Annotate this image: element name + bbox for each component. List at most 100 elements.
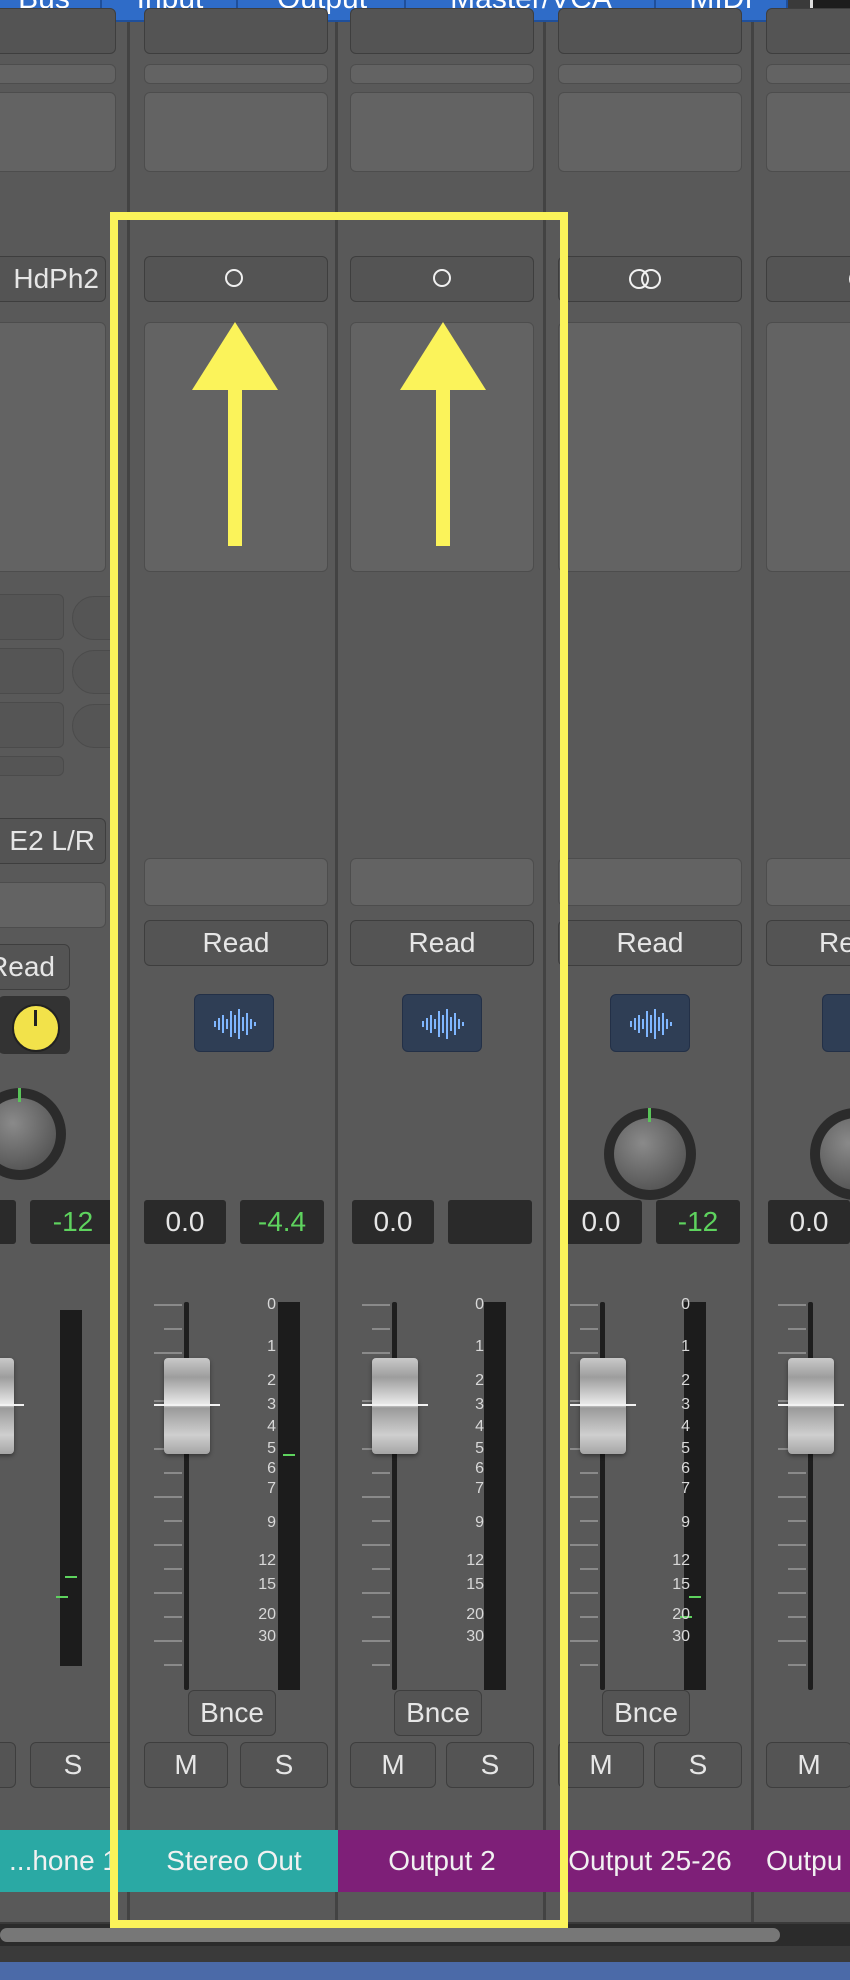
channel-name-output-2[interactable]: Output 2 [338,1830,546,1892]
midi-fx-slot[interactable] [144,92,328,172]
channel-name-text: ...hone 1 [9,1845,118,1876]
eq-thumbnail[interactable] [558,64,742,84]
solo-button[interactable]: S [446,1742,534,1788]
pan-knob[interactable] [0,1088,66,1180]
horizontal-scrollbar-thumb[interactable] [0,1928,780,1942]
volume-fader-handle[interactable] [154,1358,220,1454]
channel-name-text: Output 2 [388,1845,496,1876]
automation-mode-label: Read [408,927,476,958]
mute-button[interactable]: M [558,1742,644,1788]
send-slot-empty[interactable] [0,756,64,776]
bounce-waveform-button[interactable] [610,994,690,1052]
automation-mode-button[interactable]: Read [350,920,534,966]
mute-label: M [174,1749,198,1780]
volume-value[interactable]: 0.0 [768,1200,850,1244]
bounce-waveform-button[interactable] [402,994,482,1052]
volume-value[interactable]: 0.0 [352,1200,434,1244]
automation-mode-button[interactable]: Read [0,944,70,990]
peak-value[interactable]: -12 [30,1200,116,1244]
automation-mode-button[interactable]: Read [558,920,742,966]
pan-knob[interactable] [810,1108,850,1200]
midi-fx-slot[interactable] [766,92,850,172]
volume-fader-handle[interactable] [362,1358,428,1454]
automation-mode-button[interactable]: Read [144,920,328,966]
mute-button[interactable] [0,1742,16,1788]
bounce-label: Bnce [614,1697,678,1728]
volume-value-text: 0.0 [581,1206,621,1237]
send-slot-2[interactable] [0,648,64,694]
solo-button[interactable]: S [240,1742,328,1788]
audio-fx-slot[interactable] [766,322,850,572]
automation-mode-button[interactable]: Re [766,920,850,966]
peak-value[interactable]: -12 [656,1200,740,1244]
channel-name-right-partial[interactable]: Outpu [754,1830,850,1892]
channel-name-left-partial[interactable]: ...hone 1 [0,1830,130,1892]
bounce-button[interactable]: Bnce [602,1690,690,1736]
group-slot[interactable] [558,858,742,906]
send-knob-2[interactable] [72,650,116,694]
volume-fader-handle[interactable] [0,1358,24,1454]
output-routing-label: HdPh2 [13,263,99,294]
audio-fx-slot[interactable] [558,322,742,572]
audio-fx-slot[interactable] [0,322,106,572]
volume-value[interactable]: 0.0 [560,1200,642,1244]
midi-fx-slot[interactable] [350,92,534,172]
level-meter [56,1310,82,1666]
send-slot-3[interactable] [0,702,64,748]
solo-label: S [688,1749,708,1780]
output-routing-button[interactable]: HdPh2 [0,256,106,302]
peak-value[interactable]: -4.4 [240,1200,324,1244]
mute-button[interactable]: M [144,1742,228,1788]
bounce-waveform-button[interactable] [822,994,850,1052]
input-monitor-button[interactable] [0,996,70,1054]
peak-value-text: -4.4 [257,1206,307,1237]
automation-mode-label: Read [202,927,270,958]
volume-fader-handle[interactable] [570,1358,636,1454]
solo-button[interactable]: S [654,1742,742,1788]
solo-label: S [480,1749,500,1780]
mixer-window: Bus Input Output Master/VCA MIDI HdPh2 E… [0,0,850,1980]
format-button[interactable] [144,256,328,302]
volume-value-text: 0.0 [789,1206,829,1237]
group-slot[interactable] [766,858,850,906]
mute-button[interactable]: M [350,1742,436,1788]
bounce-waveform-button[interactable] [194,994,274,1052]
volume-value[interactable]: 0.0 [144,1200,226,1244]
channel-name-stereo-out[interactable]: Stereo Out [130,1830,338,1892]
volume-value[interactable] [0,1200,16,1244]
setting-button[interactable] [144,8,328,54]
setting-button[interactable] [766,8,850,54]
setting-button[interactable] [350,8,534,54]
bounce-button[interactable]: Bnce [394,1690,482,1736]
volume-fader-handle[interactable] [778,1358,844,1454]
mute-button[interactable]: M [766,1742,850,1788]
solo-button[interactable]: S [30,1742,116,1788]
midi-fx-slot[interactable] [0,92,116,172]
pan-knob[interactable] [604,1108,696,1200]
bounce-button[interactable]: Bnce [188,1690,276,1736]
midi-fx-slot[interactable] [558,92,742,172]
input-routing-button[interactable]: E2 L/R [0,818,106,864]
setting-button[interactable] [0,8,116,54]
format-button[interactable] [766,256,850,302]
group-slot[interactable] [350,858,534,906]
setting-button[interactable] [558,8,742,54]
group-slot[interactable] [144,858,328,906]
solo-label: S [274,1749,294,1780]
send-knob-3[interactable] [72,704,116,748]
eq-thumbnail[interactable] [0,64,116,84]
send-knob-1[interactable] [72,596,116,640]
fader-scale-output-25-26: 0 1 2 3 4 5 6 7 9 12 15 20 30 [672,1296,690,1645]
eq-thumbnail[interactable] [350,64,534,84]
mute-label: M [381,1749,405,1780]
volume-value-text: 0.0 [373,1206,413,1237]
channel-name-output-25-26[interactable]: Output 25-26 [546,1830,754,1892]
group-slot[interactable] [0,882,106,928]
format-button[interactable] [558,256,742,302]
automation-mode-label: Read [616,927,684,958]
peak-value[interactable] [448,1200,532,1244]
send-slot-1[interactable] [0,594,64,640]
format-button[interactable] [350,256,534,302]
eq-thumbnail[interactable] [766,64,850,84]
eq-thumbnail[interactable] [144,64,328,84]
